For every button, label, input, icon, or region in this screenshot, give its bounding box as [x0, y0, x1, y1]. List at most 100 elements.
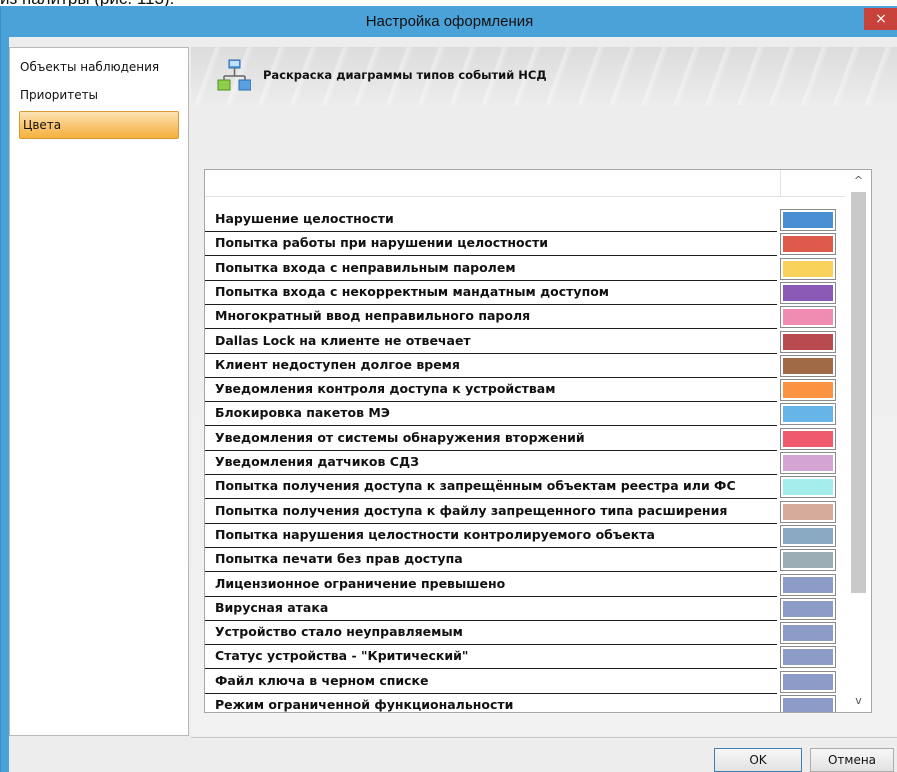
event-type-label: Статус устройства - "Критический": [215, 648, 469, 664]
event-type-label: Файл ключа в черном списке: [215, 672, 429, 688]
color-swatch-fill: [783, 455, 833, 471]
nav-item-priorities[interactable]: Приоритеты: [20, 83, 98, 107]
color-swatch-fill: [783, 260, 833, 277]
color-swatch-fill: [783, 406, 833, 423]
color-swatch-button[interactable]: [780, 330, 836, 353]
list-item[interactable]: Попытка нарушения целостности контролиру…: [205, 524, 845, 548]
close-button[interactable]: ×: [864, 8, 897, 30]
color-swatch-button[interactable]: [780, 695, 836, 712]
event-type-label: Устройство стало неуправляемым: [215, 624, 463, 640]
dialog-title: Настройка оформления: [365, 13, 534, 30]
color-swatch-button[interactable]: [780, 403, 836, 426]
color-swatch-button[interactable]: [780, 427, 836, 450]
color-swatch-button[interactable]: [780, 597, 836, 620]
color-swatch-button[interactable]: [780, 524, 836, 547]
list-item[interactable]: Режим ограниченной функциональности: [205, 694, 845, 712]
list-item[interactable]: Файл ключа в черном списке: [205, 670, 845, 694]
event-type-label: Блокировка пакетов МЭ: [215, 405, 390, 421]
color-swatch-fill: [783, 479, 833, 496]
list-item[interactable]: Попытка получения доступа к файлу запрещ…: [205, 500, 845, 524]
color-swatch-fill: [783, 698, 833, 712]
button-bar-divider: [191, 737, 897, 738]
list-item[interactable]: Многократный ввод неправильного пароля: [205, 305, 845, 330]
color-swatch-button[interactable]: [780, 281, 836, 304]
color-swatch-fill: [783, 309, 833, 326]
nav-item-colors[interactable]: Цвета: [19, 111, 179, 139]
list-item[interactable]: Dallas Lock на клиенте не отвечает: [205, 330, 845, 354]
event-type-label: Dallas Lock на клиенте не отвечает: [215, 332, 471, 348]
list-item[interactable]: Попытка получения доступа к запрещённым …: [205, 475, 845, 500]
event-type-label: Уведомления от системы обнаружения вторж…: [215, 429, 585, 445]
cancel-button[interactable]: Отмена: [810, 748, 894, 772]
event-type-label: Лицензионное ограничение превышено: [215, 575, 506, 591]
color-swatch-button[interactable]: [780, 306, 836, 329]
event-type-label: Нарушение целостности: [215, 211, 394, 226]
color-swatch-fill: [783, 552, 833, 569]
event-type-label: Уведомления контроля доступа к устройств…: [215, 381, 556, 397]
event-type-label: Попытка печати без прав доступа: [215, 551, 463, 567]
title-bar: Настройка оформления ×: [1, 6, 897, 37]
list-item[interactable]: Лицензионное ограничение превышено: [205, 573, 845, 597]
list-item[interactable]: Попытка входа с неправильным паролем: [205, 257, 845, 281]
color-swatch-fill: [783, 673, 833, 690]
nav-item-observed-objects[interactable]: Объекты наблюдения: [20, 55, 159, 79]
list-item[interactable]: Нарушение целостности: [205, 208, 845, 232]
list-item[interactable]: Вирусная атака: [205, 597, 845, 621]
color-swatch-button[interactable]: [780, 622, 836, 645]
color-swatch-fill: [783, 503, 833, 520]
scroll-down-button[interactable]: v: [846, 690, 871, 712]
list-header-divider: [205, 196, 845, 197]
color-swatch-button[interactable]: [780, 476, 836, 499]
color-swatch-button[interactable]: [780, 233, 836, 256]
event-type-label: Режим ограниченной функциональности: [215, 697, 514, 712]
color-swatch-fill: [783, 212, 833, 228]
color-swatch-button[interactable]: [780, 354, 836, 377]
list-item[interactable]: Уведомления от системы обнаружения вторж…: [205, 427, 845, 451]
color-swatch-button[interactable]: [780, 670, 836, 693]
color-swatch-button[interactable]: [780, 646, 836, 669]
list-header-separator: [780, 170, 781, 196]
event-color-list: Нарушение целостности Попытка работы при …: [204, 169, 872, 713]
color-swatch-fill: [783, 236, 833, 253]
color-swatch-button[interactable]: [780, 500, 836, 523]
event-type-label: Клиент недоступен долгое время: [215, 356, 460, 372]
event-type-label: Попытка работы при нарушении целостности: [215, 235, 549, 251]
list-item[interactable]: Попытка печати без прав доступа: [205, 548, 845, 573]
list-item[interactable]: Уведомления контроля доступа к устройств…: [205, 378, 845, 403]
network-diagram-icon: [217, 59, 251, 91]
event-type-label: Уведомления датчиков СДЗ: [215, 454, 419, 469]
color-swatch-fill: [783, 600, 833, 617]
list-item[interactable]: Попытка работы при нарушении целостности: [205, 232, 845, 257]
scroll-thumb[interactable]: [851, 192, 866, 593]
color-swatch-fill: [783, 430, 833, 447]
list-item[interactable]: Устройство стало неуправляемым: [205, 621, 845, 646]
vertical-scrollbar[interactable]: ^ v: [846, 170, 871, 712]
color-swatch-button[interactable]: [780, 452, 836, 474]
list-item[interactable]: Статус устройства - "Критический": [205, 645, 845, 670]
list-item[interactable]: Клиент недоступен долгое время: [205, 354, 845, 378]
color-swatch-button[interactable]: [780, 549, 836, 572]
color-swatch-fill: [783, 382, 833, 399]
event-type-label: Попытка получения доступа к файлу запрещ…: [215, 502, 728, 518]
list-item[interactable]: Блокировка пакетов МЭ: [205, 402, 845, 427]
color-swatch-fill: [783, 625, 833, 642]
event-type-label: Попытка входа с некорректным мандатным д…: [215, 283, 610, 299]
color-swatch-button[interactable]: [780, 379, 836, 402]
color-swatch-button[interactable]: [780, 257, 836, 280]
event-type-label: Многократный ввод неправильного пароля: [215, 308, 531, 324]
event-type-label: Попытка получения доступа к запрещённым …: [215, 478, 736, 494]
ok-button[interactable]: OK: [714, 748, 802, 772]
event-type-label: Попытка входа с неправильным паролем: [215, 259, 516, 275]
color-swatch-fill: [783, 357, 833, 374]
color-swatch-button[interactable]: [780, 209, 836, 231]
color-swatch-button[interactable]: [780, 573, 836, 596]
color-swatch-fill: [783, 284, 833, 301]
color-swatch-fill: [783, 527, 833, 544]
list-item[interactable]: Попытка входа с некорректным мандатным д…: [205, 281, 845, 305]
settings-dialog: Настройка оформления × Объекты наблюдени…: [0, 6, 897, 772]
event-type-label: Вирусная атака: [215, 599, 329, 615]
list-item[interactable]: Уведомления датчиков СДЗ: [205, 451, 845, 475]
scroll-up-button[interactable]: ^: [846, 170, 871, 192]
dialog-client-area: Объекты наблюдения Приоритеты Цвета Раск…: [9, 37, 897, 772]
color-swatch-fill: [783, 333, 833, 350]
